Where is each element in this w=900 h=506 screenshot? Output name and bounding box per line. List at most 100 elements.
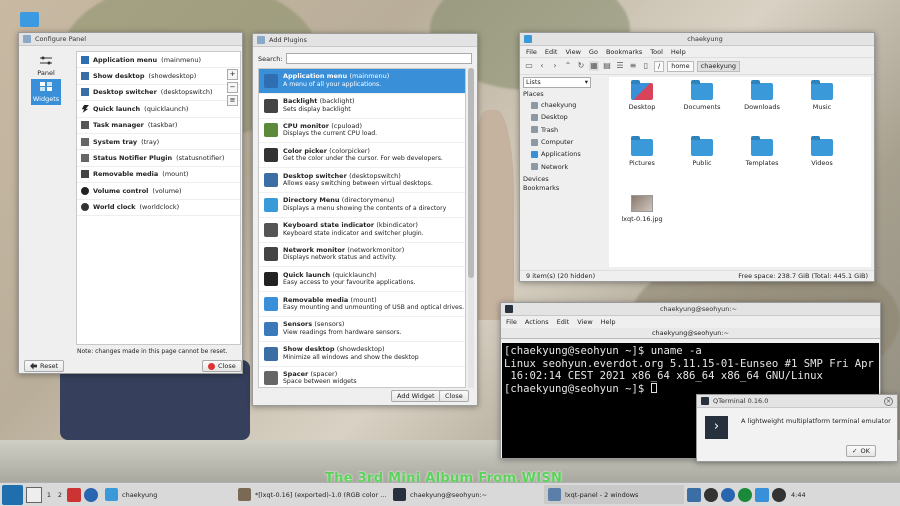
scrollbar-thumb[interactable] — [468, 68, 474, 278]
close-button[interactable]: Close — [202, 360, 242, 372]
forward-icon[interactable]: › — [550, 61, 560, 71]
task-file-manager[interactable]: chaekyung — [101, 485, 231, 504]
menu-edit[interactable]: Edit — [557, 318, 570, 326]
widget-row[interactable]: Volume control (volume) — [77, 183, 240, 200]
file-item[interactable]: Videos — [797, 136, 847, 167]
menu-help[interactable]: Help — [671, 48, 686, 56]
thumbnail-view-icon[interactable]: ▤ — [602, 61, 612, 71]
breadcrumb-current[interactable]: chaekyung — [696, 60, 741, 72]
menu-file[interactable]: File — [506, 318, 517, 326]
plugin-item[interactable]: Quick launch (quicklaunch) Easy access to… — [259, 267, 465, 293]
reset-button[interactable]: Reset — [24, 360, 65, 372]
menu-edit[interactable]: Edit — [545, 48, 558, 56]
icon-view-icon[interactable]: ▦ — [589, 61, 599, 71]
desktop-folder-icon[interactable] — [20, 12, 39, 27]
power-icon[interactable] — [772, 487, 786, 502]
desktop-2-button[interactable]: 2 — [56, 491, 64, 499]
update-icon[interactable] — [738, 487, 752, 502]
up-icon[interactable]: ⌃ — [563, 61, 573, 71]
file-item[interactable]: Music — [797, 80, 847, 111]
place-computer[interactable]: Computer — [523, 136, 607, 148]
terminal-titlebar[interactable]: chaekyung@seohyun:~ — [501, 303, 880, 316]
file-item[interactable]: Public — [677, 136, 727, 167]
widget-row[interactable]: Application menu (mainmenu) — [77, 52, 240, 69]
plugin-item[interactable]: Desktop switcher (desktopswitch) Allows e… — [259, 168, 465, 193]
widget-row[interactable]: Quick launch (quicklaunch) — [77, 101, 240, 118]
browser-launcher-icon[interactable] — [84, 487, 98, 502]
add-widget-tool-button[interactable]: + — [227, 69, 238, 80]
plugin-list[interactable]: Application menu (mainmenu) A menu of all… — [258, 68, 466, 388]
breadcrumb-home[interactable]: home — [667, 60, 694, 72]
widget-row[interactable]: World clock (worldclock) — [77, 200, 240, 216]
bluetooth-icon[interactable] — [721, 487, 735, 502]
file-manager-titlebar[interactable]: chaekyung — [520, 33, 874, 46]
widget-row[interactable]: Show desktop (showdesktop) — [77, 68, 240, 85]
menu-actions[interactable]: Actions — [525, 318, 549, 326]
screen-icon[interactable] — [687, 487, 701, 502]
plugin-item[interactable]: CPU monitor (cpuload) Displays the curren… — [259, 119, 465, 144]
menu-tool[interactable]: Tool — [650, 48, 663, 56]
place-home[interactable]: chaekyung — [523, 99, 607, 111]
plugin-item[interactable]: Color picker (colorpicker) Get the color … — [259, 143, 465, 169]
task-gimp[interactable]: *[lxqt-0.16] (exported)-1.0 (RGB color .… — [234, 485, 386, 504]
place-trash[interactable]: Trash — [523, 124, 607, 136]
plugin-item[interactable]: Show desktop (showdesktop) Minimize all w… — [259, 342, 465, 367]
configure-panel-titlebar[interactable]: Configure Panel — [19, 33, 242, 46]
menu-view[interactable]: View — [577, 318, 592, 326]
show-desktop-button[interactable] — [26, 486, 42, 503]
widget-list[interactable]: Application menu (mainmenu) Show desktop(… — [76, 51, 241, 345]
sidebar-item-widgets[interactable]: Widgets — [31, 79, 61, 105]
file-item[interactable]: Downloads — [737, 80, 787, 111]
place-desktop[interactable]: Desktop — [523, 111, 607, 123]
plugin-item[interactable]: Spacer (spacer) Space between widgets — [259, 367, 465, 387]
quicklaunch-icon[interactable] — [67, 487, 81, 502]
search-input[interactable] — [285, 53, 472, 64]
plugin-item[interactable]: Keyboard state indicator (kbindicator) Ke… — [259, 218, 465, 243]
widget-row[interactable]: Removable media (mount) — [77, 167, 240, 184]
plugin-item[interactable]: Removable media (mount) Easy mounting and… — [259, 292, 465, 317]
file-item[interactable]: Pictures — [617, 136, 667, 167]
menu-help[interactable]: Help — [601, 318, 616, 326]
plugin-list-scrollbar[interactable] — [468, 68, 474, 388]
menu-view[interactable]: View — [565, 48, 580, 56]
file-item[interactable]: Documents — [677, 80, 727, 111]
file-item[interactable]: lxqt-0.16.jpg — [617, 195, 667, 223]
remove-widget-tool-button[interactable]: − — [227, 82, 238, 93]
add-widget-button[interactable]: Add Widget — [391, 390, 441, 402]
start-menu-button[interactable] — [2, 484, 23, 505]
task-lxqt-panel[interactable]: lxqt-panel - 2 windows — [544, 485, 684, 504]
place-applications[interactable]: Applications — [523, 148, 607, 160]
close-button[interactable]: Close — [439, 390, 469, 402]
file-item[interactable]: Templates — [737, 136, 787, 167]
plugin-item[interactable]: Sensors (sensors) View readings from hard… — [259, 317, 465, 342]
widget-row[interactable]: System tray (tray) — [77, 134, 240, 151]
widget-settings-tool-button[interactable]: ≡ — [227, 95, 238, 106]
widget-row[interactable]: Task manager (taskbar) — [77, 118, 240, 134]
desktop-1-button[interactable]: 1 — [45, 491, 53, 499]
ok-button[interactable]: ✓ OK — [846, 445, 876, 457]
widget-row[interactable]: Status Notifier Plugin (statusnotifier) — [77, 150, 240, 167]
sidebar-item-panel[interactable]: Panel — [31, 53, 61, 79]
side-pane-mode-select[interactable]: Lists ▾ — [523, 77, 591, 88]
detailed-view-icon[interactable]: ≡ — [628, 61, 638, 71]
back-icon[interactable]: ‹ — [537, 61, 547, 71]
place-network[interactable]: Network — [523, 160, 607, 172]
reload-icon[interactable]: ↻ — [576, 61, 586, 71]
add-plugins-titlebar[interactable]: Add Plugins — [253, 34, 477, 47]
file-view[interactable]: Desktop Documents Downloads Music Pictures Pu… — [609, 77, 871, 267]
task-terminal[interactable]: chaekyung@seohyun:~ — [389, 485, 541, 504]
compact-view-icon[interactable]: ☰ — [615, 61, 625, 71]
close-icon[interactable]: × — [884, 396, 893, 406]
menu-file[interactable]: File — [526, 48, 537, 56]
path-edit-icon[interactable]: ▯ — [641, 61, 651, 71]
clock[interactable]: 4:44 — [791, 491, 806, 499]
network-icon[interactable] — [755, 487, 769, 502]
plugin-item[interactable]: Application menu (mainmenu) A menu of all… — [259, 69, 465, 94]
terminal-tab[interactable]: chaekyung@seohyun:~ — [501, 328, 880, 339]
volume-icon[interactable] — [704, 487, 718, 502]
file-item[interactable]: Desktop — [617, 80, 667, 111]
plugin-item[interactable]: Network monitor (networkmonitor) Displays… — [259, 243, 465, 268]
plugin-item[interactable]: Backlight (backlight) Sets display backli… — [259, 94, 465, 119]
menu-go[interactable]: Go — [589, 48, 598, 56]
about-dialog-titlebar[interactable]: QTerminal 0.16.0 × — [697, 395, 897, 408]
